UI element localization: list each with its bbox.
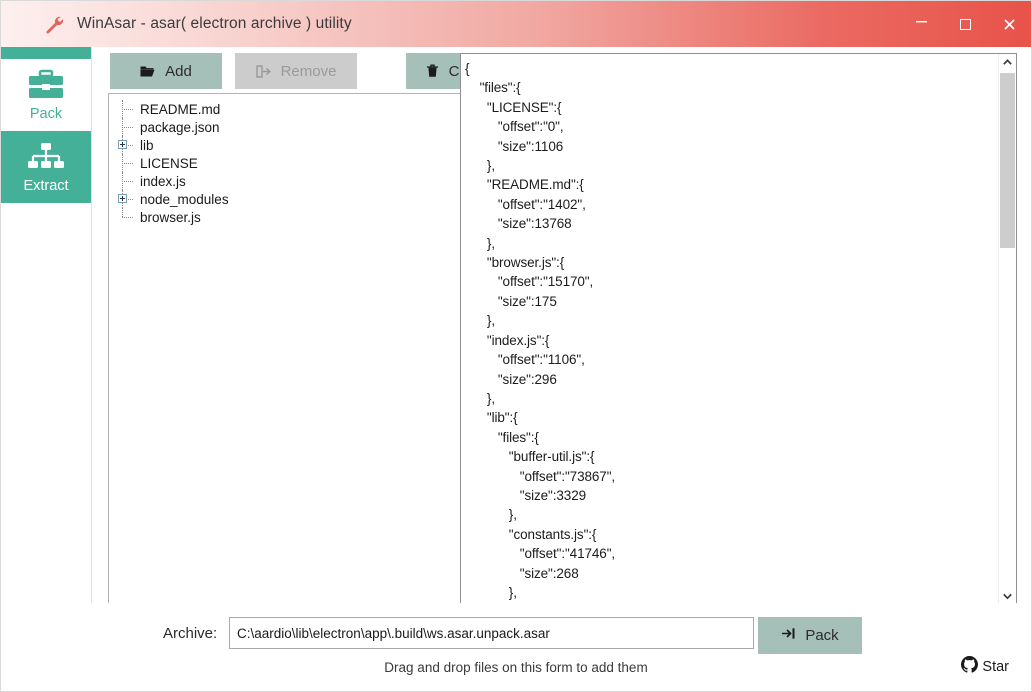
github-icon: [961, 656, 979, 677]
github-star-label: Star: [982, 658, 1009, 675]
tree-item[interactable]: browser.js: [109, 208, 465, 226]
app-window: WinAsar - asar( electron archive ) utili…: [0, 0, 1032, 692]
file-tree-panel[interactable]: README.md package.json lib LICENSE index…: [108, 93, 466, 606]
tree-connector-icon: [118, 100, 138, 118]
main-content: Add Remove README.md package.json lib LI…: [92, 47, 1031, 606]
sidebar-item-extract[interactable]: Extract: [1, 131, 91, 203]
pack-button-label: Pack: [805, 627, 839, 644]
folder-open-icon: [140, 65, 155, 78]
sitemap-icon: [27, 140, 65, 174]
tree-item-label: browser.js: [140, 209, 201, 225]
tree-item-label: LICENSE: [140, 155, 198, 171]
sidebar-top-strip: [1, 47, 91, 59]
close-button[interactable]: [987, 1, 1031, 47]
exit-arrow-icon: [255, 64, 271, 78]
body-area: Pack Extract Add Remove README.md packag…: [1, 47, 1031, 606]
tree-connector-icon: [118, 154, 138, 172]
tree-item-label: README.md: [140, 101, 221, 117]
tree-item-label: package.json: [140, 119, 220, 135]
tree-item[interactable]: README.md: [109, 100, 465, 118]
maximize-button[interactable]: [943, 1, 987, 47]
sidebar-item-pack[interactable]: Pack: [1, 59, 91, 131]
drag-drop-hint: Drag and drop files on this form to add …: [384, 660, 648, 675]
toolbar: Add Remove: [110, 53, 504, 89]
tree-expander-icon[interactable]: [118, 136, 138, 154]
json-preview-panel: { "files":{ "LICENSE":{ "offset":"0", "s…: [460, 53, 1017, 606]
wrench-icon: [43, 13, 65, 35]
json-scrollbar[interactable]: [998, 54, 1016, 605]
tree-connector-icon: [118, 172, 138, 190]
tree-expander-icon[interactable]: [118, 190, 138, 208]
archive-label: Archive:: [163, 625, 218, 642]
add-button-label: Add: [165, 62, 192, 80]
sidebar-item-extract-label: Extract: [23, 178, 69, 195]
tree-item[interactable]: lib: [109, 136, 465, 154]
briefcase-icon: [27, 68, 65, 102]
tree-item-label: lib: [140, 137, 154, 153]
remove-button-label: Remove: [280, 62, 337, 80]
scroll-up-icon[interactable]: [999, 54, 1016, 71]
scroll-thumb[interactable]: [1000, 73, 1015, 248]
tree-item-label: node_modules: [140, 191, 229, 207]
tree-item-label: index.js: [140, 173, 186, 189]
github-star-link[interactable]: Star: [961, 656, 1009, 677]
tree-item[interactable]: index.js: [109, 172, 465, 190]
pack-button[interactable]: Pack: [758, 617, 862, 654]
tree-item[interactable]: node_modules: [109, 190, 465, 208]
trash-icon: [426, 64, 439, 78]
maximize-icon: [959, 18, 971, 30]
window-title: WinAsar - asar( electron archive ) utili…: [77, 15, 352, 32]
tree-connector-icon: [118, 208, 138, 226]
pack-arrow-icon: [781, 627, 796, 644]
add-button[interactable]: Add: [110, 53, 222, 89]
window-controls: [899, 1, 1031, 47]
minimize-button[interactable]: [899, 0, 943, 51]
remove-button[interactable]: Remove: [235, 53, 357, 89]
footer: Archive: Pack Drag and drop files on thi…: [1, 603, 1031, 691]
title-bar: WinAsar - asar( electron archive ) utili…: [1, 1, 1031, 47]
json-content[interactable]: { "files":{ "LICENSE":{ "offset":"0", "s…: [461, 54, 998, 605]
tree-item[interactable]: LICENSE: [109, 154, 465, 172]
sidebar-item-pack-label: Pack: [29, 106, 63, 123]
tree-item[interactable]: package.json: [109, 118, 465, 136]
archive-path-input[interactable]: [229, 617, 754, 649]
sidebar: Pack Extract: [1, 47, 92, 603]
tree-connector-icon: [118, 118, 138, 136]
